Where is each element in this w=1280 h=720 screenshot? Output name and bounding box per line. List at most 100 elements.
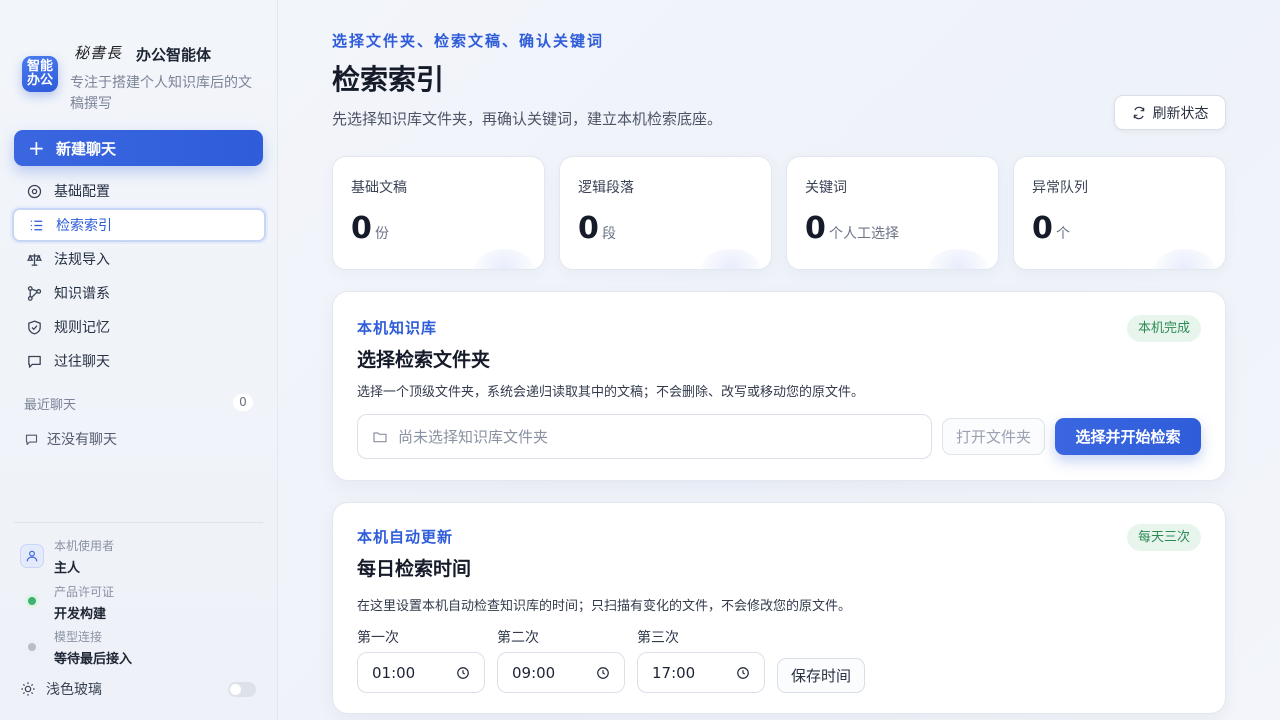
panel-description: 在这里设置本机自动检查知识库的时间；只扫描有变化的文件，不会修改您的原文件。 bbox=[357, 599, 852, 614]
time-label-second: 第二次 bbox=[497, 630, 539, 646]
clock-icon bbox=[737, 666, 749, 679]
brand-calligraphy: 秘書長 bbox=[74, 44, 123, 62]
plus-icon: + bbox=[28, 136, 45, 160]
stat-card-error-queue: 异常队列 0 个 bbox=[1013, 156, 1226, 270]
brand: 智能办公 秘書長 办公智能体 专注于搭建个人知识库后的文稿撰写 bbox=[22, 42, 262, 116]
license-label: 产品许可证 bbox=[54, 585, 115, 599]
gear-icon bbox=[24, 183, 44, 200]
refresh-icon bbox=[1133, 106, 1144, 119]
clock-icon bbox=[597, 666, 609, 679]
stat-label: 关键词 bbox=[805, 180, 847, 196]
sidebar-item-past-chats[interactable]: 过往聊天 bbox=[12, 344, 266, 378]
license-info: 产品许可证 开发构建 bbox=[54, 583, 114, 622]
time-label-first: 第一次 bbox=[357, 630, 399, 646]
user-info: 本机使用者 主人 bbox=[54, 537, 114, 576]
page-title: 检索索引 bbox=[332, 63, 445, 96]
stat-unit: 份 bbox=[375, 226, 389, 242]
sidebar-item-label: 基础配置 bbox=[54, 184, 110, 200]
no-chat-label: 还没有聊天 bbox=[47, 432, 117, 448]
page-description: 先选择知识库文件夹，再确认关键词，建立本机检索底座。 bbox=[332, 110, 723, 128]
time-value: 01:00 bbox=[372, 663, 416, 682]
stat-unit: 个 bbox=[1056, 226, 1070, 242]
panel-eyebrow: 本机自动更新 bbox=[357, 528, 454, 546]
sidebar-divider bbox=[14, 522, 263, 523]
panel-title: 每日检索时间 bbox=[357, 558, 472, 580]
theme-toggle[interactable] bbox=[228, 682, 256, 697]
library-panel: 本机知识库 选择检索文件夹 本机完成 选择一个顶级文件夹，系统会递归读取其中的文… bbox=[332, 291, 1226, 481]
open-folder-button[interactable]: 打开文件夹 bbox=[942, 418, 1045, 455]
brand-logo: 智能办公 bbox=[22, 56, 58, 92]
time-input-second[interactable]: 09:00 bbox=[497, 652, 625, 693]
sidebar-item-search-index[interactable]: 检索索引 bbox=[12, 208, 266, 242]
user-label: 本机使用者 bbox=[54, 539, 115, 553]
stat-value: 0 bbox=[351, 211, 372, 246]
folder-placeholder: 尚未选择知识库文件夹 bbox=[398, 428, 549, 446]
stat-label: 异常队列 bbox=[1032, 180, 1088, 196]
sidebar-item-label: 法规导入 bbox=[54, 252, 110, 268]
model-label: 模型连接 bbox=[54, 630, 103, 644]
status-badge: 每天三次 bbox=[1126, 524, 1201, 551]
time-input-first[interactable]: 01:00 bbox=[357, 652, 485, 693]
sidebar-item-knowledge-graph[interactable]: 知识谱系 bbox=[12, 276, 266, 310]
shield-icon bbox=[24, 319, 44, 336]
sidebar-item-regulation-import[interactable]: 法规导入 bbox=[12, 242, 266, 276]
list-icon bbox=[26, 217, 46, 234]
stat-label: 基础文稿 bbox=[351, 180, 407, 196]
select-and-start-button[interactable]: 选择并开始检索 bbox=[1055, 418, 1201, 455]
stat-value: 0 bbox=[578, 211, 599, 246]
stat-label: 逻辑段落 bbox=[578, 180, 634, 196]
chat-icon bbox=[25, 434, 38, 445]
no-chat-placeholder: 还没有聊天 bbox=[24, 429, 117, 449]
recent-chats-label: 最近聊天 bbox=[24, 398, 77, 413]
brand-name: 办公智能体 bbox=[136, 46, 212, 64]
new-chat-button[interactable]: + 新建聊天 bbox=[14, 130, 263, 166]
chat-icon bbox=[24, 353, 44, 370]
panel-title: 选择检索文件夹 bbox=[357, 349, 491, 371]
model-value: 等待最后接入 bbox=[54, 652, 133, 667]
refresh-label: 刷新状态 bbox=[1152, 105, 1209, 122]
sun-icon bbox=[21, 682, 35, 696]
user-value: 主人 bbox=[54, 561, 81, 576]
stat-card-logic-paragraphs: 逻辑段落 0 段 bbox=[559, 156, 772, 270]
sidebar-item-rule-memory[interactable]: 规则记忆 bbox=[12, 310, 266, 344]
time-value: 17:00 bbox=[652, 663, 696, 682]
sidebar-item-label: 规则记忆 bbox=[54, 320, 110, 336]
recent-chats-count-badge: 0 bbox=[233, 394, 253, 411]
sidebar-item-label: 过往聊天 bbox=[54, 354, 110, 370]
license-value: 开发构建 bbox=[54, 607, 107, 622]
sidebar-item-label: 检索索引 bbox=[56, 218, 112, 234]
stat-card-base-docs: 基础文稿 0 份 bbox=[332, 156, 545, 270]
folder-path-input[interactable]: 尚未选择知识库文件夹 bbox=[357, 414, 932, 459]
status-badge: 本机完成 bbox=[1126, 315, 1201, 342]
model-status-dot bbox=[28, 643, 36, 651]
scale-icon bbox=[24, 251, 44, 268]
sidebar-item-label: 知识谱系 bbox=[54, 286, 110, 302]
folder-icon bbox=[373, 431, 387, 442]
time-input-third[interactable]: 17:00 bbox=[637, 652, 765, 693]
user-icon bbox=[20, 544, 44, 568]
panel-eyebrow: 本机知识库 bbox=[357, 319, 438, 337]
model-info: 模型连接 等待最后接入 bbox=[54, 628, 132, 667]
stat-unit: 个人工选择 bbox=[829, 226, 899, 242]
new-chat-label: 新建聊天 bbox=[56, 139, 117, 158]
time-label-third: 第三次 bbox=[637, 630, 679, 646]
graph-icon bbox=[24, 285, 44, 302]
page-eyebrow: 选择文件夹、检索文稿、确认关键词 bbox=[332, 32, 605, 50]
stat-unit: 段 bbox=[602, 226, 616, 242]
auto-update-panel: 本机自动更新 每日检索时间 每天三次 在这里设置本机自动检查知识库的时间；只扫描… bbox=[332, 502, 1226, 714]
main-content: 选择文件夹、检索文稿、确认关键词 检索索引 先选择知识库文件夹，再确认关键词，建… bbox=[278, 0, 1280, 720]
save-time-button[interactable]: 保存时间 bbox=[777, 658, 865, 693]
stat-value: 0 bbox=[805, 211, 826, 246]
theme-row: 浅色玻璃 bbox=[20, 679, 102, 699]
sidebar: 智能办公 秘書長 办公智能体 专注于搭建个人知识库后的文稿撰写 + 新建聊天 基… bbox=[0, 0, 278, 720]
panel-description: 选择一个顶级文件夹，系统会递归读取其中的文稿；不会删除、改写或移动您的原文件。 bbox=[357, 385, 865, 400]
refresh-status-button[interactable]: 刷新状态 bbox=[1114, 95, 1226, 130]
stat-value: 0 bbox=[1032, 211, 1053, 246]
license-status-dot bbox=[28, 597, 36, 605]
brand-tagline: 专注于搭建个人知识库后的文稿撰写 bbox=[70, 75, 252, 112]
time-value: 09:00 bbox=[512, 663, 556, 682]
sidebar-item-basic-config[interactable]: 基础配置 bbox=[12, 174, 266, 208]
sidebar-nav: 基础配置 检索索引 法规导入 知识谱系 规则记忆 过往聊天 bbox=[12, 174, 266, 378]
theme-label: 浅色玻璃 bbox=[46, 682, 102, 698]
clock-icon bbox=[457, 666, 469, 679]
